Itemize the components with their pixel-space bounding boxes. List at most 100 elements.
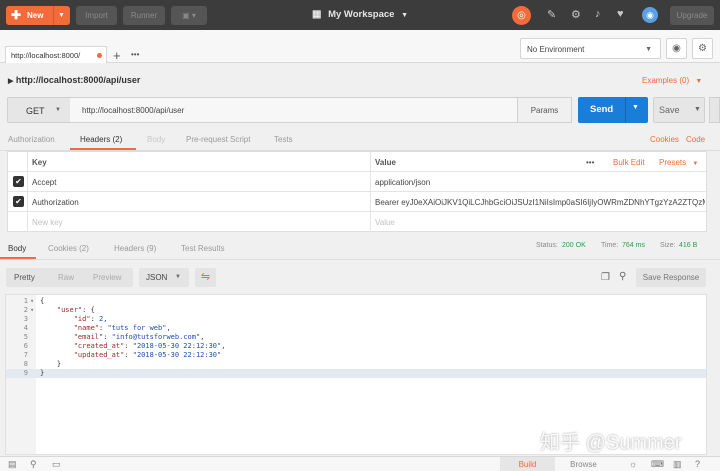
chevron-down-icon[interactable]: ▼ bbox=[632, 104, 639, 111]
tab-headers[interactable]: Headers (2) bbox=[80, 135, 122, 144]
request-tab[interactable]: http://localhost:8000/ bbox=[5, 46, 107, 63]
build-tab[interactable]: Build bbox=[500, 457, 555, 471]
keyboard-icon[interactable]: ⌨ bbox=[651, 459, 664, 470]
header-key[interactable]: Authorization bbox=[32, 198, 79, 207]
watermark: 知乎 @Summer bbox=[540, 432, 682, 454]
chevron-down-icon: ▼ bbox=[645, 46, 652, 53]
cookies-link[interactable]: Cookies bbox=[650, 135, 679, 144]
code-text: } bbox=[40, 360, 61, 369]
search-icon[interactable]: ⚲ bbox=[619, 271, 626, 282]
more-tabs-icon[interactable]: ••• bbox=[131, 50, 139, 59]
method-select[interactable]: GET ▼ bbox=[7, 97, 71, 123]
notification-icon[interactable]: ♪ bbox=[595, 8, 601, 20]
json-format-select[interactable]: JSON ▼ bbox=[139, 268, 189, 287]
method-label: GET bbox=[26, 106, 45, 116]
code-token: : bbox=[124, 351, 133, 359]
table-header-row: Key Value ••• Bulk Edit Presets ▼ bbox=[8, 152, 708, 172]
code-line: 1 ▾ { bbox=[6, 297, 706, 306]
fold-icon[interactable]: ▾ bbox=[30, 297, 34, 306]
sidebar-toggle-icon[interactable]: ▤ bbox=[8, 459, 17, 470]
unsaved-dot-icon bbox=[97, 53, 102, 58]
more-icon[interactable]: ••• bbox=[586, 158, 594, 167]
settings-icon[interactable]: ⚙ bbox=[571, 8, 581, 21]
header-key[interactable]: Accept bbox=[32, 178, 56, 187]
save-response-button[interactable]: Save Response bbox=[636, 268, 706, 287]
new-key-input[interactable]: New key bbox=[32, 218, 63, 227]
size-label: Size: bbox=[660, 242, 676, 249]
raw-button[interactable]: Raw bbox=[58, 273, 74, 282]
code-token: "info@tutsforweb.com" bbox=[111, 333, 201, 341]
table-row: ✔ Accept application/json bbox=[8, 172, 708, 192]
code-text: "updated_at": "2018-05-30 22:12:30" bbox=[40, 351, 222, 360]
browse-tab[interactable]: Browse bbox=[556, 457, 611, 471]
pretty-button[interactable]: Pretty bbox=[14, 273, 35, 282]
sync-icon[interactable]: ◎ bbox=[512, 6, 531, 25]
header-value[interactable]: Bearer eyJ0eXAiOiJKV1QiLCJhbGciOiJSUzI1N… bbox=[375, 198, 705, 207]
grid-icon: ▦ bbox=[312, 9, 322, 20]
tab-response-headers[interactable]: Headers (9) bbox=[114, 244, 156, 253]
console-icon[interactable]: ▭ bbox=[52, 459, 61, 470]
chevron-down-icon[interactable]: ▼ bbox=[694, 106, 701, 113]
find-icon[interactable]: ⚲ bbox=[30, 459, 37, 470]
send-button-label: Send bbox=[590, 104, 614, 115]
line-number: 5 bbox=[23, 333, 28, 341]
gear-icon[interactable]: ⚙ bbox=[692, 38, 713, 59]
new-button[interactable]: ✚ New ▼ bbox=[6, 6, 70, 25]
tab-pre-request-script[interactable]: Pre-request Script bbox=[186, 135, 250, 144]
code-text: "user": { bbox=[40, 306, 95, 315]
wrap-lines-icon[interactable]: ⇋ bbox=[195, 268, 216, 287]
tab-test-results[interactable]: Test Results bbox=[181, 244, 225, 253]
tab-response-cookies-label: Cookies (2) bbox=[48, 244, 89, 253]
fold-icon[interactable]: ▾ bbox=[30, 306, 34, 315]
code-token: "created_at" bbox=[73, 342, 125, 350]
new-value-input[interactable]: Value bbox=[375, 218, 395, 227]
eye-icon[interactable]: ◉ bbox=[666, 38, 687, 59]
heart-icon[interactable]: ♥ bbox=[617, 8, 624, 20]
layout-icon[interactable]: ▥ bbox=[673, 459, 682, 470]
examples-dropdown[interactable]: Examples (0) ▼ bbox=[642, 76, 702, 85]
code-token: "user" bbox=[56, 306, 83, 314]
preview-button[interactable]: Preview bbox=[93, 273, 121, 282]
avatar[interactable]: ◉ bbox=[642, 7, 658, 23]
checkbox-checked-icon[interactable]: ✔ bbox=[13, 196, 24, 207]
url-input[interactable]: http://localhost:8000/api/user bbox=[70, 97, 518, 123]
environment-select[interactable]: No Environment ▼ bbox=[520, 38, 661, 59]
status-bar: ▤ ⚲ ▭ Build Browse ☼ ⌨ ▥ ? bbox=[0, 456, 720, 471]
tab-response-cookies[interactable]: Cookies (2) bbox=[48, 244, 89, 253]
chevron-down-icon[interactable]: ▼ bbox=[58, 6, 65, 25]
code-token: , bbox=[166, 324, 171, 332]
upgrade-button[interactable]: Upgrade bbox=[670, 6, 714, 25]
more-options-button[interactable] bbox=[709, 97, 720, 123]
divider bbox=[0, 259, 720, 260]
help-icon[interactable]: ? bbox=[695, 459, 700, 469]
params-button[interactable]: Params bbox=[518, 97, 572, 123]
code-line: 7 "updated_at": "2018-05-30 22:12:30" bbox=[6, 351, 706, 360]
lightbulb-icon[interactable]: ☼ bbox=[629, 459, 637, 469]
save-button[interactable]: Save ▼ bbox=[653, 97, 705, 123]
workspace-selector[interactable]: ▦ My Workspace ▼ bbox=[312, 9, 408, 20]
import-button[interactable]: Import bbox=[76, 6, 117, 25]
code-link[interactable]: Code bbox=[686, 135, 705, 144]
new-button-label: New bbox=[27, 11, 44, 20]
copy-icon[interactable]: ❐ bbox=[601, 272, 610, 283]
bulk-edit-link[interactable]: Bulk Edit bbox=[613, 158, 645, 167]
code-line: 4 "name": "tuts for web", bbox=[6, 324, 706, 333]
header-value[interactable]: application/json bbox=[375, 178, 430, 187]
code-line: 5 "email": "info@tutsforweb.com", bbox=[6, 333, 706, 342]
tab-authorization[interactable]: Authorization bbox=[8, 135, 55, 144]
tab-response-body[interactable]: Body bbox=[8, 244, 26, 253]
tab-body[interactable]: Body bbox=[147, 135, 165, 144]
request-title[interactable]: ▶ http://localhost:8000/api/user bbox=[8, 75, 140, 85]
runner-button[interactable]: Runner bbox=[123, 6, 165, 25]
new-window-button[interactable]: ▣ ▾ bbox=[171, 6, 207, 25]
add-tab-icon[interactable]: + bbox=[113, 48, 121, 63]
presets-dropdown[interactable]: Presets ▼ bbox=[659, 158, 698, 167]
code-token: "2018-05-30 22:12:30" bbox=[132, 342, 222, 350]
send-button[interactable]: Send ▼ bbox=[578, 97, 648, 123]
checkbox-checked-icon[interactable]: ✔ bbox=[13, 176, 24, 187]
interceptor-icon[interactable]: ✎ bbox=[547, 8, 556, 21]
tab-tests[interactable]: Tests bbox=[274, 135, 293, 144]
size-value: 416 B bbox=[679, 242, 698, 249]
workspace-label: My Workspace bbox=[328, 9, 395, 20]
